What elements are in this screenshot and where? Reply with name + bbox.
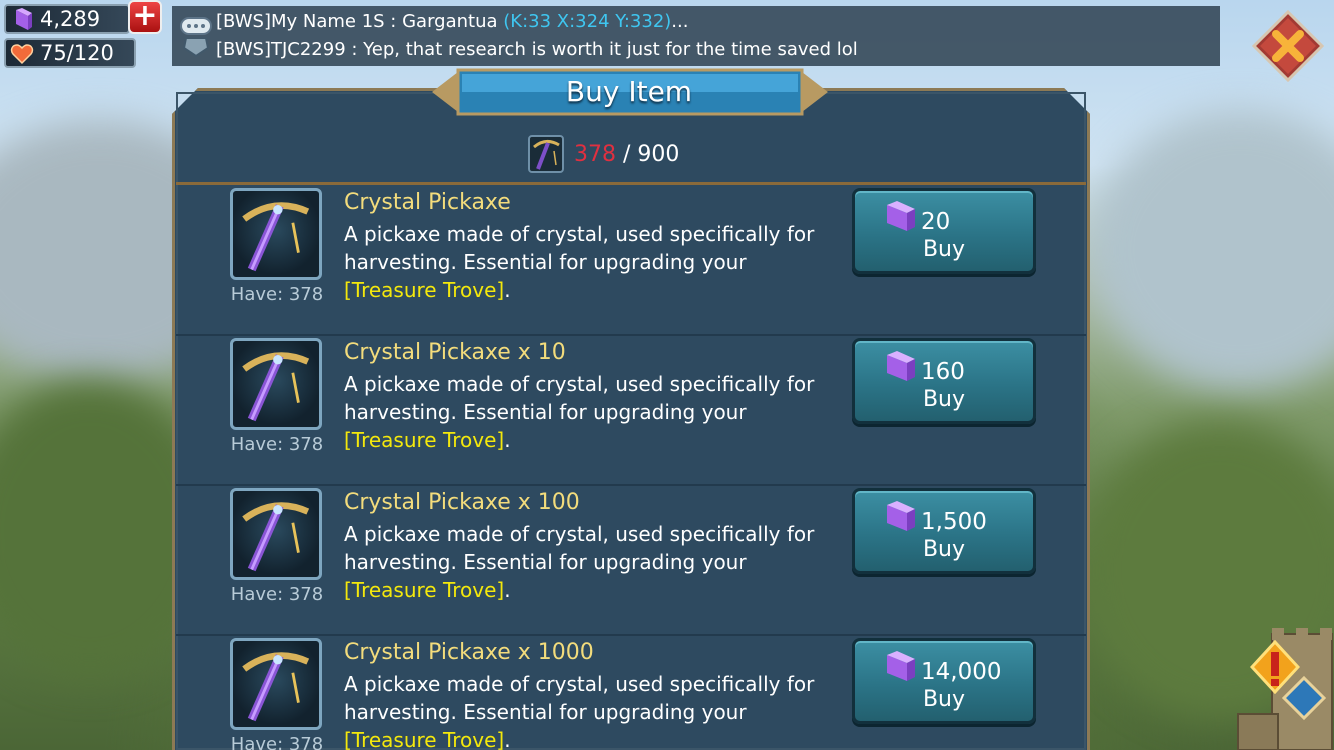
item-name: Crystal Pickaxe x 1000 — [344, 640, 594, 665]
treasure-trove-link: [Treasure Trove] — [344, 728, 505, 750]
crystal-pickaxe-icon — [230, 188, 322, 280]
buy-button[interactable]: 20 Buy — [852, 188, 1036, 274]
buy-button[interactable]: 160 Buy — [852, 338, 1036, 424]
owned-limit: 900 — [637, 141, 680, 167]
gem-icon — [887, 351, 915, 381]
list-item: Have: 378 Crystal Pickaxe A pickaxe made… — [176, 186, 1086, 336]
have-count: Have: 378 — [230, 434, 324, 455]
owned-counter: 378 / 900 — [528, 134, 679, 174]
alert-icon[interactable] — [1250, 640, 1300, 694]
list-item: Have: 378 Crystal Pickaxe x 10 A pickaxe… — [176, 336, 1086, 486]
have-count: Have: 378 — [230, 284, 324, 305]
gem-icon — [887, 651, 915, 681]
background-mountain-right — [1090, 110, 1334, 390]
list-item: Have: 378 Crystal Pickaxe x 100 A pickax… — [176, 486, 1086, 636]
price: 20 — [921, 209, 951, 235]
item-name: Crystal Pickaxe — [344, 190, 511, 215]
gem-icon — [887, 201, 915, 231]
buy-label: Buy — [922, 537, 966, 562]
owned-count: 378 — [574, 141, 616, 167]
dialog-title: Buy Item — [565, 75, 693, 108]
chat-message-2: [BWS]TJC2299 : Yep, that research is wor… — [216, 39, 858, 60]
buy-label: Buy — [922, 687, 966, 712]
have-count: Have: 378 — [230, 584, 324, 605]
gem-icon — [16, 8, 32, 30]
add-gems-button[interactable]: + — [128, 0, 162, 34]
item-description: A pickaxe made of crystal, used specific… — [344, 522, 815, 602]
buy-label: Buy — [922, 237, 966, 262]
gem-icon — [887, 501, 915, 531]
gem-counter[interactable]: 4,289 — [4, 4, 130, 34]
buy-label: Buy — [922, 387, 966, 412]
item-name: Crystal Pickaxe x 100 — [344, 490, 580, 515]
list-item: Have: 378 Crystal Pickaxe x 1000 A picka… — [176, 636, 1086, 750]
treasure-trove-link: [Treasure Trove] — [344, 278, 505, 302]
chat-message-1: [BWS]My Name 1S : Gargantua (K:33 X:324 … — [216, 11, 689, 32]
item-description: A pickaxe made of crystal, used specific… — [344, 372, 815, 452]
chat-bubble-icon — [180, 17, 212, 58]
buy-button[interactable]: 14,000 Buy — [852, 638, 1036, 724]
header-divider — [176, 182, 1086, 185]
chat-coordinates-link[interactable]: (K:33 X:324 Y:332) — [503, 11, 671, 32]
price: 1,500 — [921, 509, 987, 535]
price: 160 — [921, 359, 965, 385]
buy-button[interactable]: 1,500 Buy — [852, 488, 1036, 574]
plus-icon: + — [132, 0, 158, 33]
chat-ticker[interactable]: [BWS]My Name 1S : Gargantua (K:33 X:324 … — [172, 6, 1220, 66]
crystal-pickaxe-icon — [230, 638, 322, 730]
stamina-count: 75/120 — [40, 41, 114, 65]
treasure-trove-link: [Treasure Trove] — [344, 578, 505, 602]
treasure-trove-link: [Treasure Trove] — [344, 428, 505, 452]
have-count: Have: 378 — [230, 734, 324, 750]
item-description: A pickaxe made of crystal, used specific… — [344, 672, 815, 750]
crystal-pickaxe-icon — [230, 488, 322, 580]
crystal-pickaxe-icon — [528, 135, 564, 173]
close-icon[interactable] — [1252, 10, 1324, 82]
item-description: A pickaxe made of crystal, used specific… — [344, 222, 815, 302]
price: 14,000 — [921, 659, 1002, 685]
item-name: Crystal Pickaxe x 10 — [344, 340, 566, 365]
heart-icon — [10, 44, 34, 65]
gem-count: 4,289 — [40, 7, 101, 31]
crystal-pickaxe-icon — [230, 338, 322, 430]
stamina-counter[interactable]: 75/120 — [4, 38, 136, 68]
